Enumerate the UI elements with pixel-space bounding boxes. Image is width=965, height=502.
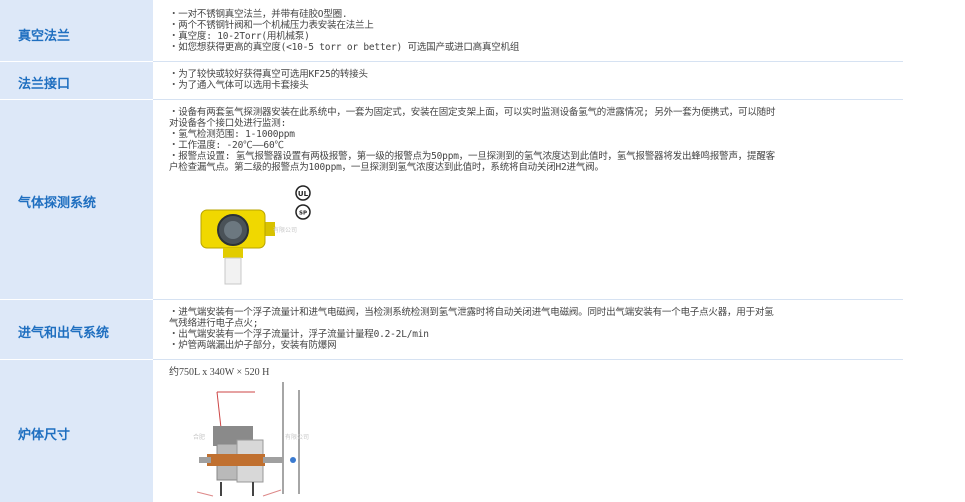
spec-table: 真空法兰 ・一对不锈钢真空法兰，并带有硅胶O型圈. ・两个不锈钢针阀和一个机械压… [0,0,903,502]
spec-line: 气残络进行电子点火; [169,318,259,329]
spec-line: ・出气端安装有一个浮子流量计，浮子流量计量程0.2-2L/min [169,329,429,340]
row-label: 气体探测系统 [18,195,97,210]
spec-line: ・真空度: 10-2Torr(用机械泵) [169,31,310,42]
spec-line: ・设备有两套氢气探测器安装在此系统中，一套为固定式，安装在固定支架上面，可以实时… [169,107,776,118]
spec-line: ・两个不锈钢针阀和一个机械压力表安装在法兰上 [169,20,374,31]
label-cell: 法兰接口 [0,62,153,100]
spec-line: ・报警点设置: 氢气报警器设置有两极报警，第一级的报警点为50ppm，一旦探测到… [169,151,775,162]
spec-line: ・如您想获得更高的真空度(<10-5 torr or better) 可选国产或… [169,42,520,53]
content-cell: ・设备有两套氢气探测器安装在此系统中，一套为固定式，安装在固定支架上面，可以实时… [153,100,903,300]
spec-line: ・为了通入气体可以选用卡套接头 [169,80,309,91]
row-label: 真空法兰 [18,28,71,43]
row-label: 炉体尺寸 [18,427,71,442]
spec-line: ・进气端安装有一个浮子流量计和进气电磁阀，当检测系统检测到氢气泄露时将自动关闭进… [169,307,774,318]
row-vacuum-flange: 真空法兰 ・一对不锈钢真空法兰，并带有硅胶O型圈. ・两个不锈钢针阀和一个机械压… [0,0,903,62]
row-gas-inlet-outlet: 进气和出气系统 ・进气端安装有一个浮子流量计和进气电磁阀，当检测系统检测到氢气泄… [0,300,903,360]
label-cell: 气体探测系统 [0,100,153,300]
csa-certification-icon: SP [295,204,311,220]
dimension-text: 约750L x 340W × 520 H [169,367,270,378]
row-furnace-dimensions: 炉体尺寸 约750L x 340W × 520 H 合肥 有限公司 [0,360,903,502]
content-cell: 约750L x 340W × 520 H 合肥 有限公司 [153,360,903,502]
spec-line: ・工作温度: -20℃——60℃ [169,140,284,151]
image-watermark: 合肥 [193,433,205,441]
content-cell: ・为了较快或较好获得真空可选用KF25的转接头 ・为了通入气体可以选用卡套接头 [153,62,903,100]
row-flange-interface: 法兰接口 ・为了较快或较好获得真空可选用KF25的转接头 ・为了通入气体可以选用… [0,62,903,100]
spec-line: ・炉管两端漏出炉子部分，安装有防爆网 [169,340,337,351]
furnace-image: 合肥 有限公司 [193,382,309,497]
spec-line: ・一对不锈钢真空法兰，并带有硅胶O型圈. [169,9,348,20]
spec-line: 户检查漏气点。第二级的报警点为100ppm，一旦探测到氢气浓度达到此值时，系统将… [169,162,604,173]
image-watermark: 有限公司 [285,433,309,441]
svg-text:UL: UL [298,190,309,198]
label-cell: 真空法兰 [0,0,153,62]
spec-line: ・氢气检测范围: 1-1000ppm [169,129,295,140]
spec-line: 对设备各个接口处进行监测: [169,118,287,129]
ul-certification-icon: UL [295,185,311,201]
spec-line: ・为了较快或较好获得真空可选用KF25的转接头 [169,69,368,80]
svg-text:SP: SP [299,211,307,217]
row-label: 法兰接口 [18,76,71,91]
content-cell: ・一对不锈钢真空法兰，并带有硅胶O型圈. ・两个不锈钢针阀和一个机械压力表安装在… [153,0,903,62]
label-cell: 炉体尺寸 [0,360,153,502]
row-gas-detection: 气体探测系统 ・设备有两套氢气探测器安装在此系统中，一套为固定式，安装在固定支架… [0,100,903,300]
image-watermark: 有限公司 [273,226,297,234]
row-label: 进气和出气系统 [18,325,110,340]
label-cell: 进气和出气系统 [0,300,153,360]
content-cell: ・进气端安装有一个浮子流量计和进气电磁阀，当检测系统检测到氢气泄露时将自动关闭进… [153,300,903,360]
